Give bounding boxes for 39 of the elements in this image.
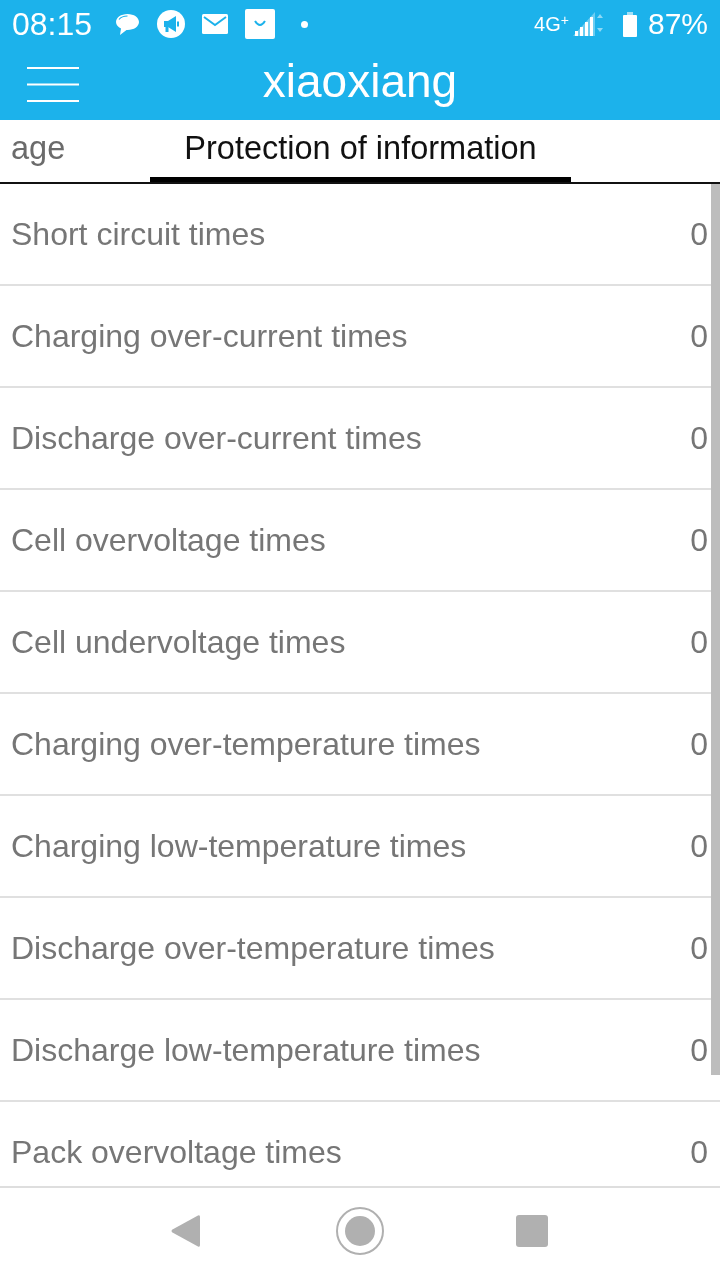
row-value: 0 (690, 1031, 708, 1069)
row-label: Cell undervoltage times (11, 623, 346, 661)
row-value: 0 (690, 521, 708, 559)
row-value: 0 (690, 929, 708, 967)
row-value: 0 (690, 317, 708, 355)
row-label: Short circuit times (11, 215, 266, 253)
network-type: 4G$^{+}$ (534, 14, 569, 34)
row-value: 0 (690, 725, 708, 763)
app-title: xiaoxiang (262, 58, 458, 109)
row-value: 0 (690, 215, 708, 253)
home-button[interactable] (336, 1207, 384, 1255)
back-button[interactable] (171, 1214, 200, 1248)
row-value: 0 (690, 827, 708, 865)
row-label: Discharge over-temperature times (11, 929, 495, 967)
menu-button[interactable] (27, 66, 79, 102)
row-label: Cell overvoltage times (11, 521, 326, 559)
row-value: 0 (690, 623, 708, 661)
recents-icon (516, 1215, 548, 1247)
row-label: Pack overvoltage times (11, 1133, 342, 1171)
home-icon (336, 1207, 384, 1255)
mail-icon (202, 14, 229, 34)
row-value: 0 (690, 419, 708, 457)
row-label: Charging over-current times (11, 317, 408, 355)
chat-bubble-icon (115, 12, 141, 36)
row-label: Charging over-temperature times (11, 725, 481, 763)
back-icon (171, 1214, 200, 1248)
menu-icon (27, 66, 79, 102)
bag-icon (245, 9, 276, 39)
tab[interactable]: age (0, 120, 150, 182)
megaphone-icon (157, 10, 186, 38)
battery-percent: 87% (647, 9, 708, 39)
row-label: Discharge over-current times (11, 419, 422, 457)
signal-icon (572, 12, 605, 36)
dot-icon (301, 20, 309, 28)
battery-icon (622, 11, 637, 37)
row-value: 0 (690, 1133, 708, 1171)
row-label: Charging low-temperature times (11, 827, 467, 865)
status-time: 08:15 (12, 8, 93, 40)
row-label: Discharge low-temperature times (11, 1031, 481, 1069)
